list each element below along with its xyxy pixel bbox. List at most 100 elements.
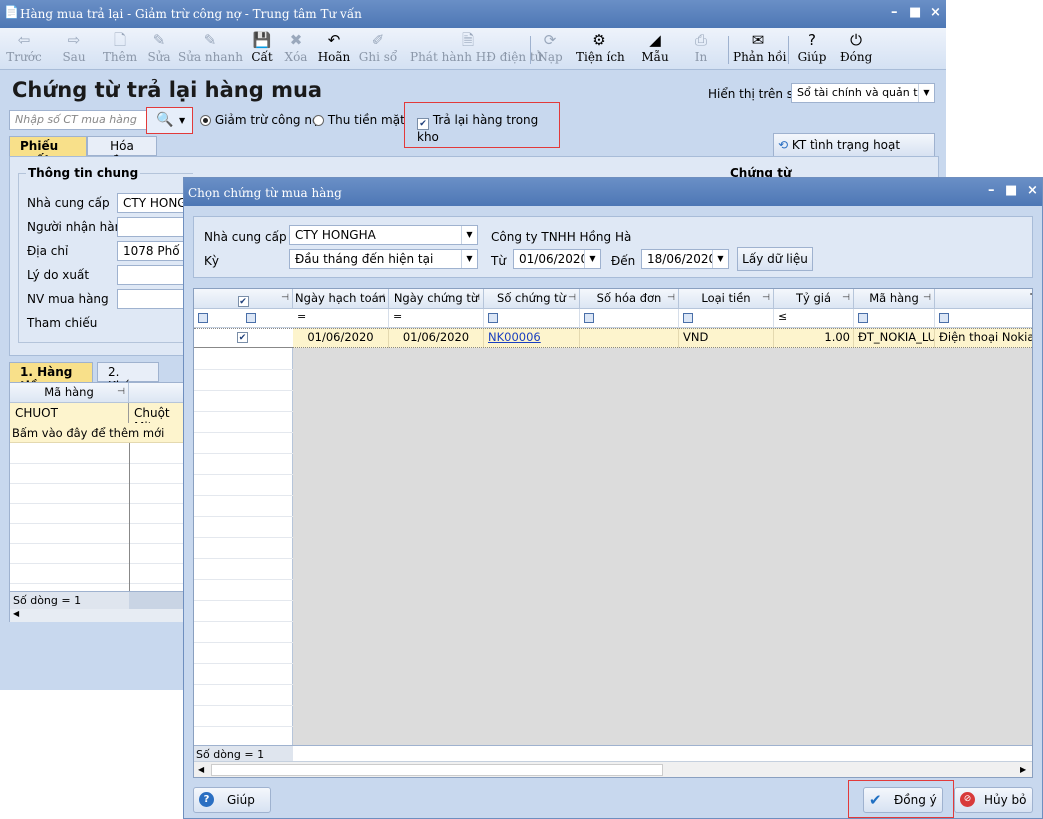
row-select-cell[interactable]: ✔	[194, 328, 293, 348]
filter-cell[interactable]	[935, 309, 1032, 328]
filter-icon[interactable]	[246, 313, 256, 323]
toolbar-arrow-left-button[interactable]: ⇦ Trước	[4, 30, 44, 68]
scroll-left-icon[interactable]: ◀	[13, 609, 19, 618]
scroll-left-icon[interactable]: ◀	[198, 765, 204, 774]
col-select-all[interactable]: ✔ ⊣	[194, 289, 293, 309]
tab-phieu-xuat[interactable]: Phiếu xuất	[9, 136, 87, 167]
toolbar-arrow-right-button[interactable]: ⇨ Sau	[54, 30, 94, 68]
voucher-search-input[interactable]: Nhập số CT mua hàng	[9, 110, 147, 130]
horizontal-scrollbar[interactable]: ◀	[10, 609, 185, 622]
maximize-button[interactable]: ■	[909, 5, 921, 20]
radio-reduce-debt[interactable]: Giảm trừ công nợ	[200, 113, 319, 127]
col-ty-gia[interactable]: Tỷ giá ⊣	[774, 289, 854, 309]
col-ma-hang[interactable]: Mã hàng ⊣	[10, 383, 129, 403]
cell-so-chung-tu[interactable]: NK00006	[484, 328, 580, 348]
return-stock-checkbox[interactable]: ✔ Trả lại hàng trong kho	[417, 113, 559, 144]
toolbar-close-power-button[interactable]: ⏻ Đóng	[840, 30, 872, 68]
toolbar-reload-button[interactable]: ⟳ Nạp	[534, 30, 566, 68]
tab-hang-tien[interactable]: 1. Hàng tiền	[9, 362, 93, 393]
toolbar-feedback-button[interactable]: ✉ Phản hồi	[733, 30, 786, 68]
filter-cell[interactable]	[854, 309, 935, 328]
display-on-book-select[interactable]: Sổ tài chính và quản trị ▼	[791, 83, 935, 103]
toolbar-label: Trước	[6, 50, 42, 64]
supplier-combobox[interactable]: CTY HONGHA ▼	[289, 225, 478, 245]
filter-operator[interactable]: =	[297, 310, 306, 323]
filter-cell[interactable]: =	[389, 309, 484, 328]
e-invoice-icon: 🗎	[461, 31, 475, 49]
kt-status-button[interactable]: ⟲ KT tình trạng hoạt động DN	[773, 133, 935, 174]
filter-cell[interactable]	[580, 309, 679, 328]
dialog-maximize-button[interactable]: ■	[1005, 183, 1017, 198]
radio-cash[interactable]: Thu tiền mặt	[313, 113, 405, 127]
col-so-hoa-don[interactable]: Số hóa đơn ⊣	[580, 289, 679, 309]
filter-icon[interactable]	[584, 313, 594, 323]
scroll-right-icon[interactable]: ▶	[1020, 765, 1026, 774]
toolbar-delete-button[interactable]: ✖ Xóa	[282, 30, 310, 68]
cancel-button[interactable]: ⊘ Hủy bỏ	[954, 787, 1033, 813]
minimize-button[interactable]: –	[891, 5, 898, 20]
grid-line	[194, 390, 293, 391]
filter-cell[interactable]: ≤	[774, 309, 854, 328]
post-icon: ✐	[371, 31, 385, 49]
filter-icon[interactable]	[488, 313, 498, 323]
tab-khac[interactable]: 2. Khác	[97, 362, 159, 393]
checkbox-checked-icon[interactable]: ✔	[237, 332, 248, 343]
close-button[interactable]: ×	[930, 5, 941, 20]
filter-operator[interactable]: ≤	[778, 310, 787, 323]
dialog-help-button[interactable]: ? Giúp	[193, 787, 271, 813]
dialog-close-button[interactable]: ×	[1027, 183, 1038, 198]
col-so-chung-tu[interactable]: Số chứng từ ⊣	[484, 289, 580, 309]
filter-cell[interactable]: =	[293, 309, 389, 328]
col-ma-hang[interactable]: Mã hàng ⊣	[854, 289, 935, 309]
main-title-bar: 📄 Hàng mua trả lại - Giảm trừ công nợ - …	[0, 0, 946, 28]
to-date-value: 18/06/2020	[647, 252, 717, 266]
horizontal-scrollbar[interactable]: ◀ ▶	[194, 761, 1032, 777]
period-combobox[interactable]: Đầu tháng đến hiện tại ▼	[289, 249, 478, 269]
fetch-data-button[interactable]: Lấy dữ liệu	[737, 247, 813, 271]
field-input[interactable]: 1078 Phố Hu	[117, 241, 187, 261]
grid-empty-area	[293, 348, 1032, 761]
tab-hoa-don[interactable]: Hóa đơn	[87, 136, 157, 167]
toolbar-add-document-button[interactable]: 🗋 Thêm	[100, 30, 140, 68]
field-input[interactable]: CTY HONG	[117, 193, 187, 213]
toolbar-utilities-button[interactable]: ⚙ Tiện ích	[576, 30, 625, 68]
search-button[interactable]: 🔍 ▼	[146, 107, 193, 134]
col-ten-hang[interactable]	[129, 383, 185, 403]
ok-button[interactable]: ✔ Đồng ý	[863, 787, 943, 813]
toolbar-help-button[interactable]: ? Giúp	[796, 30, 828, 68]
toolbar-edit-button[interactable]: ✎ Sửa	[143, 30, 175, 68]
filter-cell[interactable]	[679, 309, 774, 328]
toolbar-undo-button[interactable]: ↶ Hoãn	[316, 30, 352, 68]
filter-icon[interactable]	[683, 313, 693, 323]
grid-line	[194, 579, 293, 580]
toolbar-e-invoice-button[interactable]: 🗎 Phát hành HĐ điện tử	[410, 30, 542, 68]
grid-line	[10, 463, 185, 464]
table-row[interactable]: CHUOT Chuột Mits	[10, 403, 185, 434]
grid-line	[194, 684, 293, 685]
grid-line	[194, 537, 293, 538]
col-ngay-chung-tu[interactable]: Ngày chứng từ ⊣	[389, 289, 484, 309]
col-ten[interactable]: Tên	[935, 289, 1032, 309]
field-input[interactable]	[117, 289, 187, 309]
pin-icon: ⊣	[377, 293, 385, 303]
scrollbar-thumb[interactable]	[211, 764, 663, 776]
dialog-minimize-button[interactable]: –	[988, 183, 995, 198]
filter-icon[interactable]	[939, 313, 949, 323]
to-date-picker[interactable]: 18/06/2020 ▼	[641, 249, 729, 269]
filter-icon[interactable]	[198, 313, 208, 323]
from-date-picker[interactable]: 01/06/2020 ▼	[513, 249, 601, 269]
field-input[interactable]	[117, 217, 187, 237]
col-ngay-hach-toan[interactable]: Ngày hạch toán ⊣	[293, 289, 389, 309]
filter-icon[interactable]	[858, 313, 868, 323]
toolbar-save-button[interactable]: 💾 Cất	[248, 30, 276, 68]
toolbar-template-button[interactable]: ◢ Mẫu	[640, 30, 670, 68]
toolbar-quick-edit-button[interactable]: ✎ Sửa nhanh	[178, 30, 243, 68]
field-input[interactable]	[117, 265, 187, 285]
toolbar-print-button[interactable]: ⎙ In	[689, 30, 713, 68]
filter-operator[interactable]: =	[393, 310, 402, 323]
checkbox-checked-icon[interactable]: ✔	[237, 296, 249, 307]
col-loai-tien[interactable]: Loại tiền ⊣	[679, 289, 774, 309]
filter-cell[interactable]	[484, 309, 580, 328]
toolbar-post-button[interactable]: ✐ Ghi sổ	[358, 30, 398, 68]
add-new-row[interactable]: Bấm vào đây để thêm mới	[10, 423, 185, 443]
